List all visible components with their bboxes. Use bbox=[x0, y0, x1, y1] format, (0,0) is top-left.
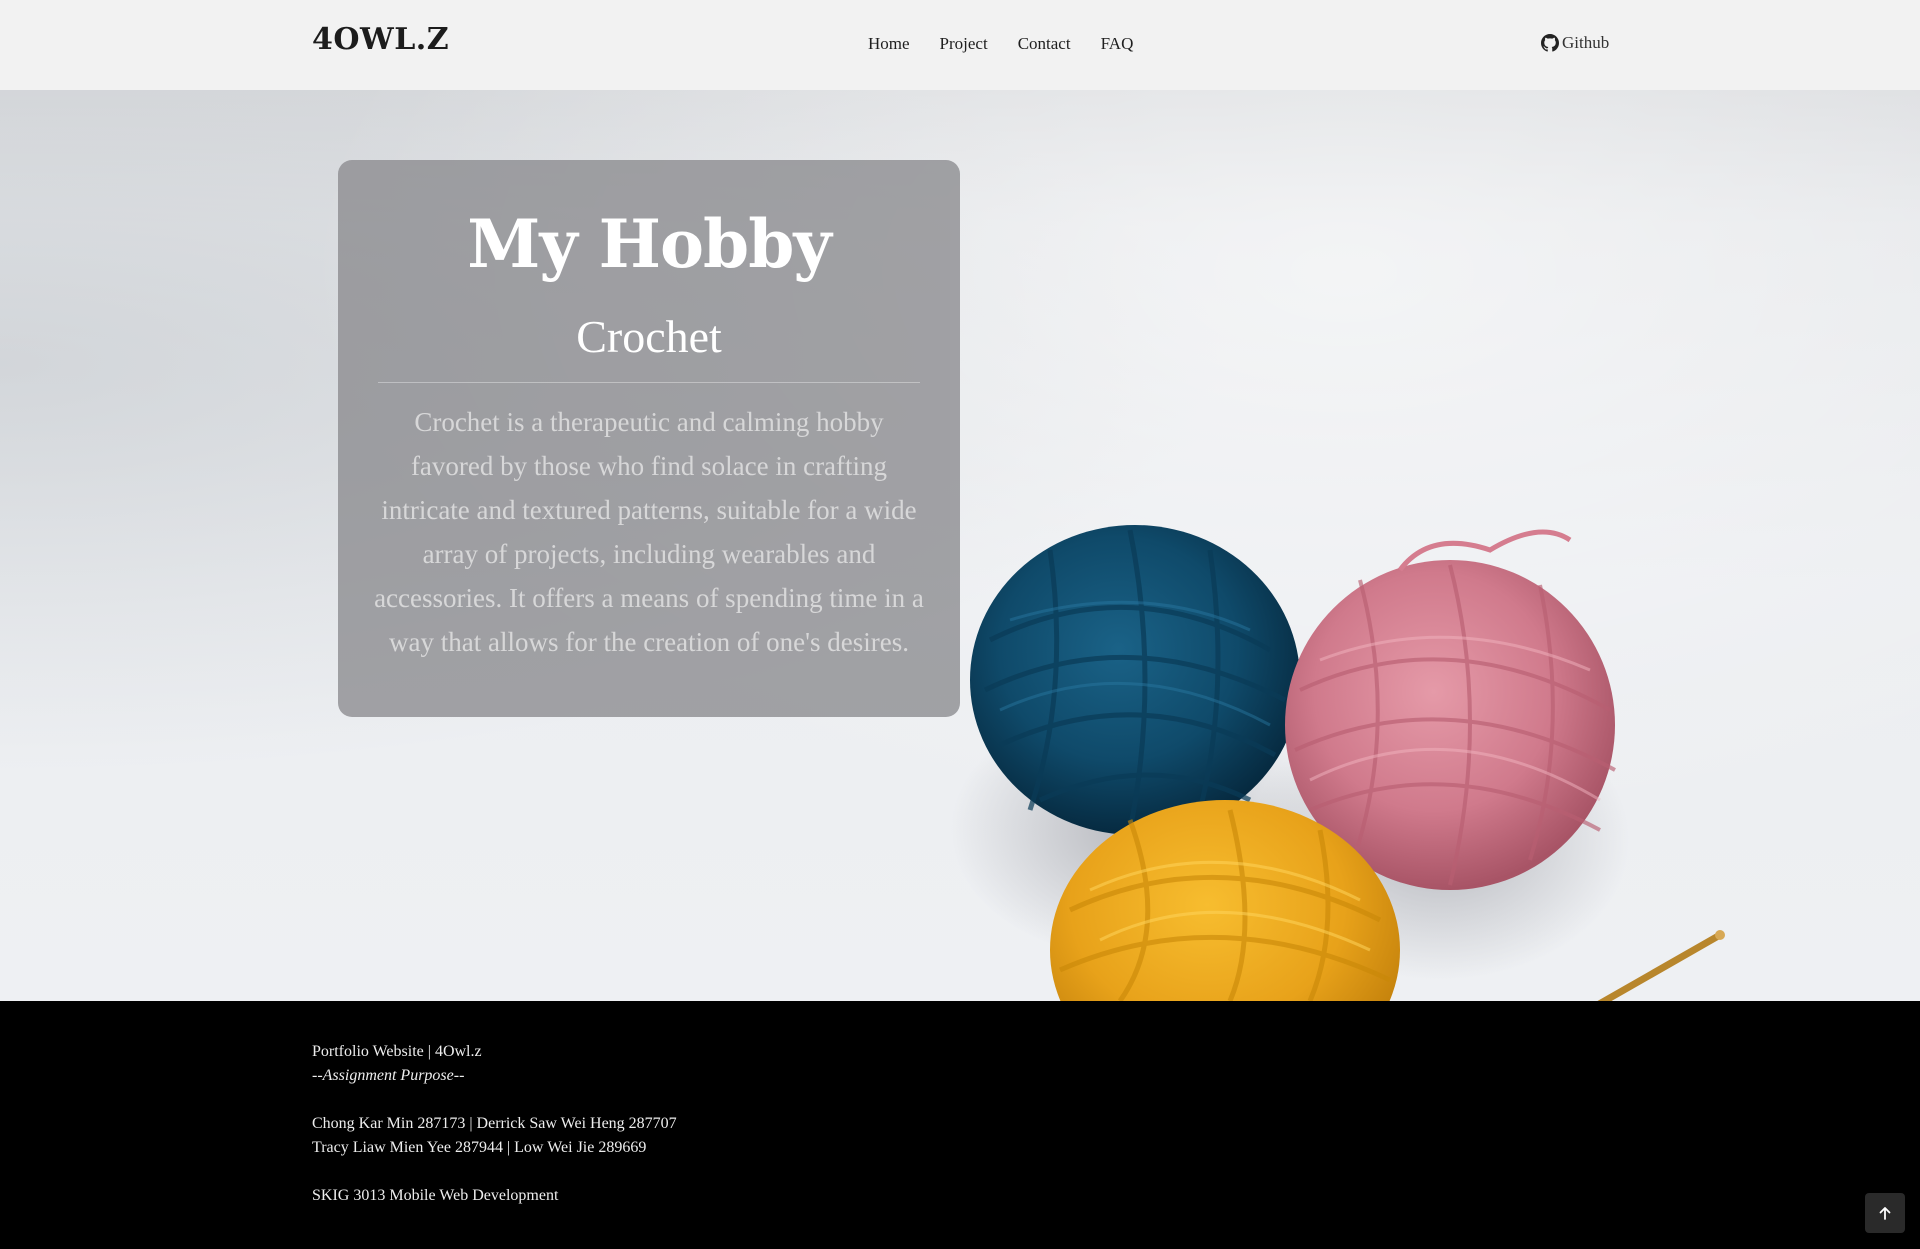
hero-section: My Hobby Crochet Crochet is a therapeuti… bbox=[0, 90, 1920, 1001]
footer-purpose: --Assignment Purpose-- bbox=[312, 1067, 465, 1084]
yarn-balls-image bbox=[950, 525, 1725, 1001]
hobby-title: My Hobby bbox=[467, 205, 831, 283]
footer: Portfolio Website | 4Owl.z --Assignment … bbox=[0, 1001, 1920, 1249]
crochet-hook bbox=[1597, 931, 1724, 1001]
footer-members-2: Tracy Liaw Mien Yee 287944 | Low Wei Jie… bbox=[312, 1139, 647, 1156]
nav-link-home[interactable]: Home bbox=[868, 34, 910, 54]
hobby-card: My Hobby Crochet Crochet is a therapeuti… bbox=[338, 160, 960, 717]
crochet-hook-tip bbox=[1715, 930, 1725, 940]
footer-site-title: Portfolio Website | 4Owl.z bbox=[312, 1043, 482, 1060]
nav-link-project[interactable]: Project bbox=[940, 34, 988, 54]
navbar: 4OWL.Z Home Project Contact FAQ Github bbox=[0, 0, 1920, 90]
footer-course: SKIG 3013 Mobile Web Development bbox=[312, 1187, 559, 1204]
brand-logo[interactable]: 4OWL.Z bbox=[312, 22, 449, 57]
back-to-top-button[interactable] bbox=[1865, 1193, 1905, 1233]
github-icon bbox=[1541, 34, 1559, 52]
nav-link-faq[interactable]: FAQ bbox=[1101, 34, 1134, 54]
github-label: Github bbox=[1562, 33, 1610, 52]
github-link[interactable]: Github bbox=[1541, 33, 1609, 53]
hobby-subtitle: Crochet bbox=[576, 311, 722, 362]
card-divider bbox=[378, 382, 920, 383]
nav-link-contact[interactable]: Contact bbox=[1018, 34, 1071, 54]
nav-links: Home Project Contact FAQ bbox=[868, 34, 1133, 54]
footer-members-1: Chong Kar Min 287173 | Derrick Saw Wei H… bbox=[312, 1115, 677, 1132]
arrow-up-icon bbox=[1879, 1207, 1891, 1220]
hobby-description: Crochet is a therapeutic and calming hob… bbox=[374, 407, 924, 657]
